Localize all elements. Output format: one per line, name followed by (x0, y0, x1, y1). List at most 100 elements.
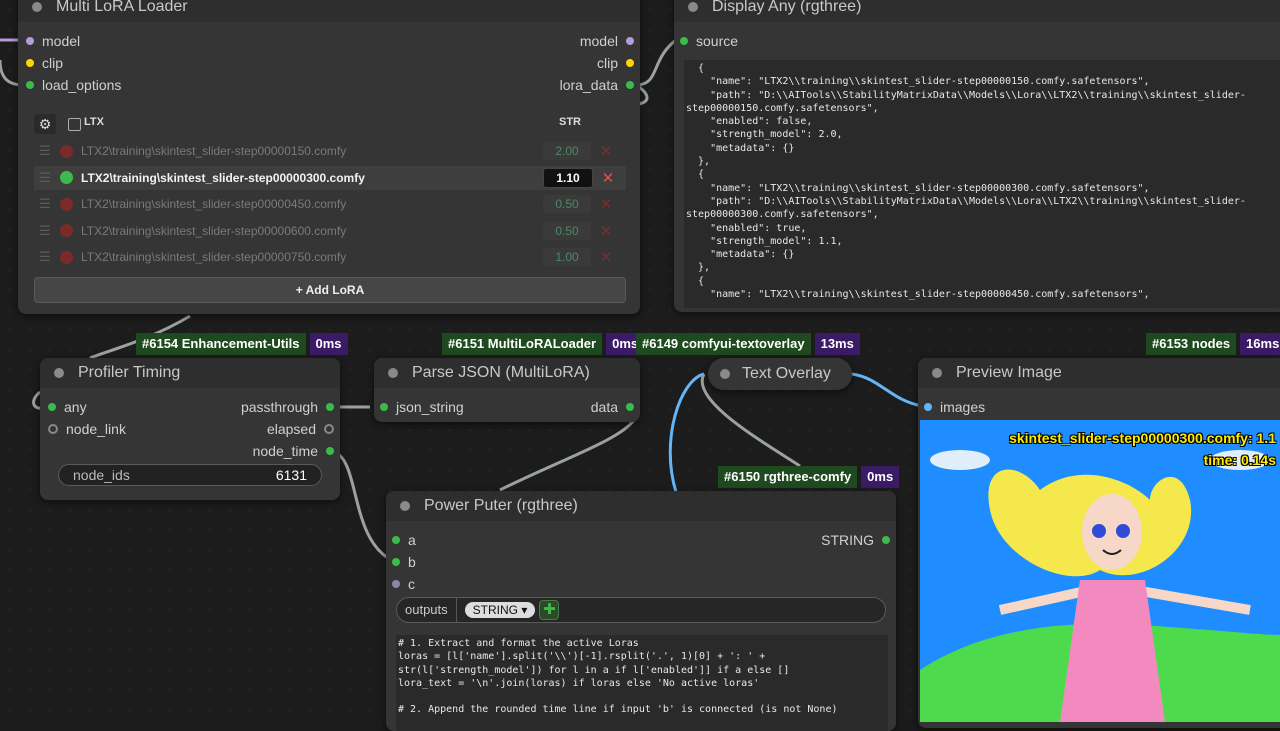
node-profiler-timing[interactable]: Profiler Timing any node_link passthroug… (40, 358, 340, 500)
lora-name[interactable]: LTX2\training\skintest_slider-step000003… (81, 171, 543, 185)
lora-strength-input[interactable]: 1.00 (543, 248, 591, 266)
node-ids-widget[interactable]: node_ids 6131 (58, 464, 322, 486)
node-multi-lora-loader[interactable]: Multi LoRA Loader model clip load_option… (18, 0, 640, 314)
drag-handle-icon[interactable]: ☰ (34, 249, 56, 265)
lora-name[interactable]: LTX2\training\skintest_slider-step000004… (81, 197, 543, 211)
input-slot-source[interactable]: source (680, 32, 738, 50)
input-slot-c[interactable]: c (392, 575, 415, 593)
collapse-dot[interactable] (54, 368, 64, 378)
lora-toggle[interactable] (60, 197, 73, 211)
add-lora-button[interactable]: + Add LoRA (34, 277, 626, 303)
output-slot-passthrough[interactable]: passthrough (241, 398, 334, 416)
lora-row[interactable]: ☰ LTX2\training\skintest_slider-step00000… (34, 139, 626, 163)
lora-toggle[interactable] (60, 250, 73, 264)
slot-dot-icon[interactable] (392, 558, 400, 566)
input-slot-any[interactable]: any (48, 398, 87, 416)
filter-label: LTX (84, 116, 104, 128)
slot-dot-icon[interactable] (48, 403, 56, 411)
input-slot-clip[interactable]: clip (26, 54, 63, 72)
collapse-dot[interactable] (688, 2, 698, 12)
slot-dot-icon[interactable] (26, 81, 34, 89)
input-slot-images[interactable]: images (924, 398, 985, 416)
drag-handle-icon[interactable]: ☰ (34, 143, 56, 159)
input-slot-a[interactable]: a (392, 531, 416, 549)
input-slot-json-string[interactable]: json_string (380, 398, 464, 416)
delete-icon[interactable]: ✕ (591, 195, 621, 213)
input-slot-node-link[interactable]: node_link (48, 420, 126, 438)
output-slot-lora-data[interactable]: lora_data (560, 76, 634, 94)
add-output-icon[interactable]: ✚ (539, 600, 560, 620)
slot-dot-icon[interactable] (924, 403, 932, 411)
output-slot-clip[interactable]: clip (597, 54, 634, 72)
delete-icon[interactable]: ✕ (593, 169, 623, 187)
collapse-dot[interactable] (720, 369, 730, 379)
output-slot-elapsed[interactable]: elapsed (267, 420, 334, 438)
slot-dot-icon[interactable] (326, 403, 334, 411)
slot-dot-icon[interactable] (26, 37, 34, 45)
input-slot-b[interactable]: b (392, 553, 416, 571)
slot-dot-icon[interactable] (626, 37, 634, 45)
slot-dot-icon[interactable] (626, 403, 634, 411)
output-slot-string[interactable]: STRING (821, 531, 890, 549)
node-title[interactable]: Profiler Timing (40, 358, 340, 388)
node-title[interactable]: Text Overlay (708, 358, 852, 390)
node-title[interactable]: Parse JSON (MultiLoRA) (374, 358, 640, 388)
output-slot-model[interactable]: model (580, 32, 634, 50)
slot-dot-icon[interactable] (626, 59, 634, 67)
lora-strength-input[interactable]: 2.00 (543, 142, 591, 160)
drag-handle-icon[interactable]: ☰ (34, 196, 56, 212)
drag-handle-icon[interactable]: ☰ (34, 170, 56, 186)
lora-row[interactable]: ☰ LTX2\training\skintest_slider-step00000… (34, 245, 626, 269)
delete-icon[interactable]: ✕ (591, 142, 621, 160)
output-slot-node-time[interactable]: node_time (253, 442, 334, 460)
input-slot-model[interactable]: model (26, 32, 80, 50)
slot-dot-icon[interactable] (626, 81, 634, 89)
lora-row[interactable]: ☰ LTX2\training\skintest_slider-step00000… (34, 219, 626, 243)
display-text-area[interactable]: { "name": "LTX2\\training\\skintest_slid… (684, 60, 1280, 308)
lora-strength-input[interactable]: 0.50 (543, 195, 591, 213)
output-type-select[interactable]: STRING ▾ (464, 602, 536, 618)
outputs-widget[interactable]: outputs STRING ▾ ✚ (396, 597, 886, 623)
lora-name[interactable]: LTX2\training\skintest_slider-step000007… (81, 250, 543, 264)
slot-dot-icon[interactable] (380, 403, 388, 411)
lora-toggle[interactable] (60, 224, 73, 237)
slot-dot-icon[interactable] (680, 37, 688, 45)
node-title[interactable]: Multi LoRA Loader (18, 0, 640, 22)
slot-dot-icon[interactable] (326, 447, 334, 455)
lora-name[interactable]: LTX2\training\skintest_slider-step000001… (81, 144, 543, 158)
slot-dot-icon[interactable] (392, 536, 400, 544)
collapse-dot[interactable] (400, 501, 410, 511)
lora-toggle[interactable] (60, 144, 73, 158)
slot-dot-icon[interactable] (882, 536, 890, 544)
lora-row[interactable]: ☰ LTX2\training\skintest_slider-step00000… (34, 192, 626, 216)
node-display-any[interactable]: Display Any (rgthree) source { "name": "… (674, 0, 1280, 312)
code-editor[interactable]: # 1. Extract and format the active Loras… (396, 635, 888, 731)
node-title[interactable]: Display Any (rgthree) (674, 0, 1280, 22)
gear-icon[interactable]: ⚙ (34, 114, 56, 134)
collapse-dot[interactable] (32, 2, 42, 12)
slot-dot-icon[interactable] (392, 580, 400, 588)
delete-icon[interactable]: ✕ (591, 222, 621, 240)
lora-toggle[interactable] (60, 171, 73, 184)
node-title[interactable]: Preview Image (918, 358, 1280, 388)
node-preview-image[interactable]: Preview Image images skintest_slider-ste… (918, 358, 1280, 728)
delete-icon[interactable]: ✕ (591, 248, 621, 266)
node-title[interactable]: Power Puter (rgthree) (386, 491, 896, 521)
node-text-overlay[interactable]: Text Overlay (708, 358, 852, 390)
lora-name[interactable]: LTX2\training\skintest_slider-step000006… (81, 224, 543, 238)
node-parse-json[interactable]: Parse JSON (MultiLoRA) json_string data (374, 358, 640, 422)
slot-dot-icon[interactable] (324, 424, 334, 434)
slot-dot-icon[interactable] (26, 59, 34, 67)
lora-strength-input[interactable]: 1.10 (543, 167, 593, 188)
node-power-puter[interactable]: Power Puter (rgthree) a b c STRING outpu… (386, 491, 896, 731)
collapse-dot[interactable] (388, 368, 398, 378)
drag-handle-icon[interactable]: ☰ (34, 223, 56, 239)
input-slot-load-options[interactable]: load_options (26, 76, 121, 94)
lora-strength-input[interactable]: 0.50 (543, 221, 591, 240)
slot-dot-icon[interactable] (48, 424, 58, 434)
preview-image[interactable]: skintest_slider-step00000300.comfy: 1.1 … (920, 420, 1280, 722)
collapse-dot[interactable] (932, 368, 942, 378)
output-slot-data[interactable]: data (591, 398, 634, 416)
filter-checkbox[interactable] (68, 118, 81, 131)
lora-row[interactable]: ☰ LTX2\training\skintest_slider-step00000… (34, 165, 626, 190)
